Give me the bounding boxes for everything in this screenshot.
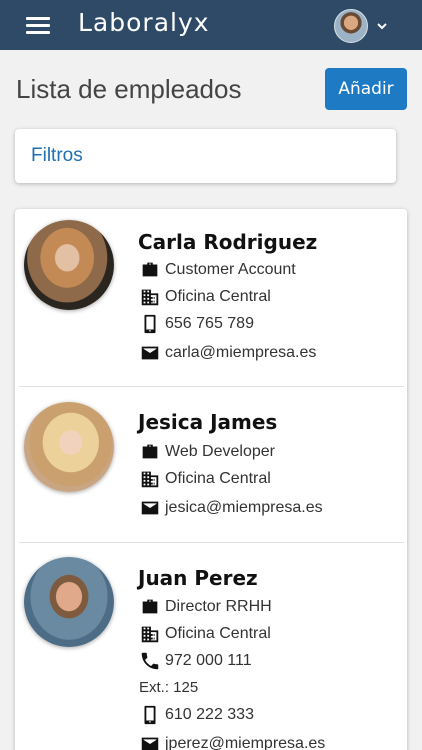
employee-photo xyxy=(24,557,114,647)
employee-photo xyxy=(24,220,114,310)
building-icon xyxy=(141,289,159,306)
mail-icon xyxy=(141,737,159,750)
mail-icon xyxy=(141,501,159,515)
list-item[interactable]: Carla Rodriguez Customer Account Oficina… xyxy=(15,209,407,385)
mail-icon xyxy=(141,346,159,360)
employee-office: Oficina Central xyxy=(139,286,271,308)
employee-photo xyxy=(24,402,114,492)
employee-name: Carla Rodriguez xyxy=(138,230,318,254)
employee-mobile[interactable]: 610 222 333 xyxy=(139,704,254,726)
employee-email[interactable]: jesica@miempresa.es xyxy=(139,497,323,519)
briefcase-icon xyxy=(142,262,158,277)
page-title: Lista de empleados xyxy=(16,74,242,104)
employee-position: Web Developer xyxy=(139,441,275,463)
building-icon xyxy=(141,471,159,488)
chevron-down-icon xyxy=(377,23,387,30)
employee-phone[interactable]: 972 000 111 xyxy=(139,650,252,672)
employee-list: Carla Rodriguez Customer Account Oficina… xyxy=(15,209,407,750)
filters-panel[interactable]: Filtros xyxy=(15,129,396,183)
employee-email[interactable]: jperez@miempresa.es xyxy=(139,733,325,750)
employee-office: Oficina Central xyxy=(139,623,271,645)
building-icon xyxy=(141,626,159,643)
employee-name: Jesica James xyxy=(138,410,278,434)
app-title: Laboralyx xyxy=(78,8,210,37)
employee-position: Director RRHH xyxy=(139,596,272,618)
employee-name: Juan Perez xyxy=(138,566,258,590)
briefcase-icon xyxy=(142,599,158,614)
employee-office: Oficina Central xyxy=(139,468,271,490)
top-app-bar: Laboralyx xyxy=(0,0,422,50)
add-employee-button[interactable]: Añadir xyxy=(325,68,407,110)
mobile-phone-icon xyxy=(144,314,156,334)
employee-mobile[interactable]: 656 765 789 xyxy=(139,313,254,335)
briefcase-icon xyxy=(142,444,158,459)
user-avatar xyxy=(334,9,368,43)
user-menu-button[interactable] xyxy=(334,8,394,44)
mobile-phone-icon xyxy=(144,705,156,725)
employee-email[interactable]: carla@miempresa.es xyxy=(139,342,316,364)
employee-extension: Ext.: 125 xyxy=(139,679,199,696)
employee-position: Customer Account xyxy=(139,259,296,281)
hamburger-menu-icon[interactable] xyxy=(26,17,50,35)
list-item[interactable]: Jesica James Web Developer Oficina Centr… xyxy=(15,387,407,541)
list-item[interactable]: Juan Perez Director RRHH Oficina Central… xyxy=(15,543,407,750)
filters-toggle[interactable]: Filtros xyxy=(31,145,83,167)
phone-icon xyxy=(141,652,159,670)
